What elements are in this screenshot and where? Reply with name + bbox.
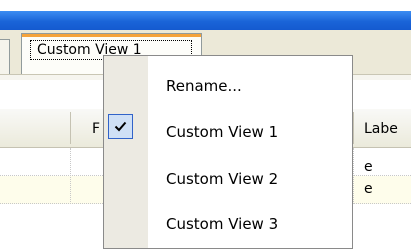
menu-item-rename[interactable]: Rename...	[104, 66, 352, 106]
table-cell: e	[364, 181, 373, 197]
title-accent-bar	[0, 11, 411, 30]
header-separator[interactable]	[70, 112, 71, 144]
menu-item-custom-view-1[interactable]: Custom View 1	[104, 112, 352, 152]
check-icon	[108, 114, 133, 139]
tab-previous-edge[interactable]	[0, 39, 10, 75]
row-grid-line	[353, 148, 355, 204]
column-header-label[interactable]: Labe	[364, 121, 398, 137]
menu-item-custom-view-2[interactable]: Custom View 2	[104, 159, 352, 199]
row-grid-line	[70, 148, 72, 204]
menu-item-custom-view-3[interactable]: Custom View 3	[104, 204, 352, 244]
menu-item-label: Custom View 2	[166, 170, 279, 188]
menu-item-label: Rename...	[166, 77, 242, 95]
column-header-f[interactable]: F	[92, 121, 100, 137]
table-cell: e	[364, 159, 373, 175]
menu-item-label: Custom View 1	[166, 123, 279, 141]
header-separator[interactable]	[353, 112, 354, 144]
menu-item-label: Custom View 3	[166, 215, 279, 233]
tab-context-menu: Rename... Custom View 1 Custom View 2 Cu…	[103, 55, 353, 249]
window-title-strip	[0, 0, 411, 11]
